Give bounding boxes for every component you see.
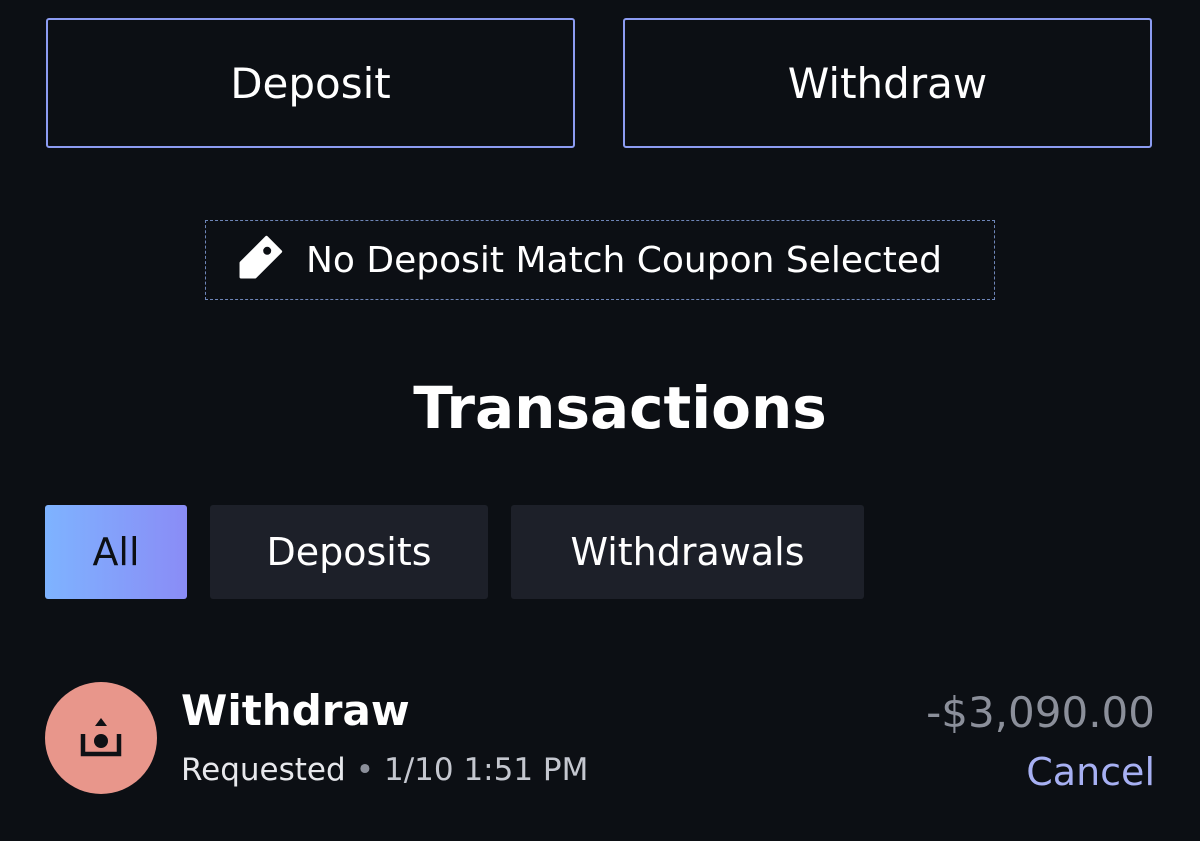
separator-dot: • [355, 752, 374, 788]
deposit-button-label: Deposit [230, 58, 391, 108]
tab-deposits-label: Deposits [266, 530, 432, 574]
withdraw-button-label: Withdraw [787, 58, 988, 108]
transaction-datetime: 1/10 1:51 PM [383, 752, 589, 788]
page-title: Transactions [413, 374, 827, 442]
transaction-title: Withdraw [181, 686, 410, 735]
transaction-meta: Requested • 1/10 1:51 PM [181, 752, 588, 788]
withdraw-icon [45, 682, 157, 794]
tab-withdrawals-label: Withdrawals [570, 530, 805, 574]
transaction-amount: -$3,090.00 [926, 688, 1155, 737]
tab-withdrawals[interactable]: Withdrawals [511, 505, 864, 599]
deposit-button[interactable]: Deposit [46, 18, 575, 148]
tab-deposits[interactable]: Deposits [210, 505, 488, 599]
coupon-text: No Deposit Match Coupon Selected [306, 239, 942, 281]
cancel-link[interactable]: Cancel [1026, 750, 1155, 794]
tag-icon [230, 232, 286, 288]
tab-all[interactable]: All [45, 505, 187, 599]
transaction-status: Requested [181, 752, 346, 788]
tab-all-label: All [92, 530, 140, 574]
wallet-page: Deposit Withdraw No Deposit Match Coupon… [0, 0, 1200, 841]
coupon-selector[interactable]: No Deposit Match Coupon Selected [205, 220, 995, 300]
withdraw-button[interactable]: Withdraw [623, 18, 1152, 148]
transaction-row[interactable]: Withdraw Requested • 1/10 1:51 PM -$3,090.… [45, 682, 1155, 794]
